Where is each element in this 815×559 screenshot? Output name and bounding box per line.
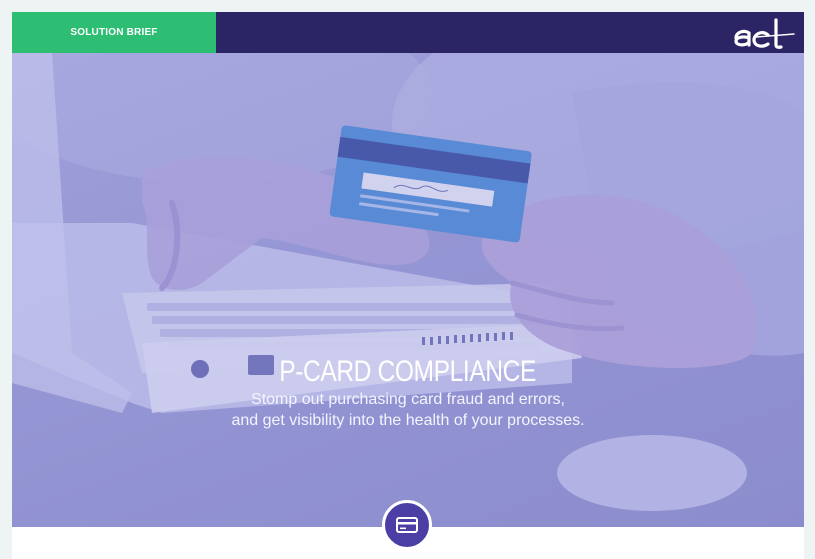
hero-text-block: P-CARD COMPLIANCE Stomp out purchasing c…	[12, 355, 804, 431]
hero-subtitle-line-2: and get visibility into the health of yo…	[231, 412, 585, 429]
acl-logo	[734, 18, 795, 49]
solution-brief-badge: SOLUTION BRIEF	[12, 12, 216, 53]
credit-card-icon	[396, 517, 418, 533]
hero-title: P-CARD COMPLIANCE	[279, 355, 537, 388]
header-bar: SOLUTION BRIEF	[12, 12, 804, 53]
hero-banner: P-CARD COMPLIANCE Stomp out purchasing c…	[12, 53, 804, 527]
hero-photo-laptop-card	[12, 53, 804, 527]
section-icon-badge	[382, 500, 432, 550]
hero-subtitle-line-1: Stomp out purchasing card fraud and erro…	[251, 391, 565, 408]
brief-page: SOLUTION BRIEF P-CARD COMPLIANCE Stomp o…	[12, 12, 804, 559]
